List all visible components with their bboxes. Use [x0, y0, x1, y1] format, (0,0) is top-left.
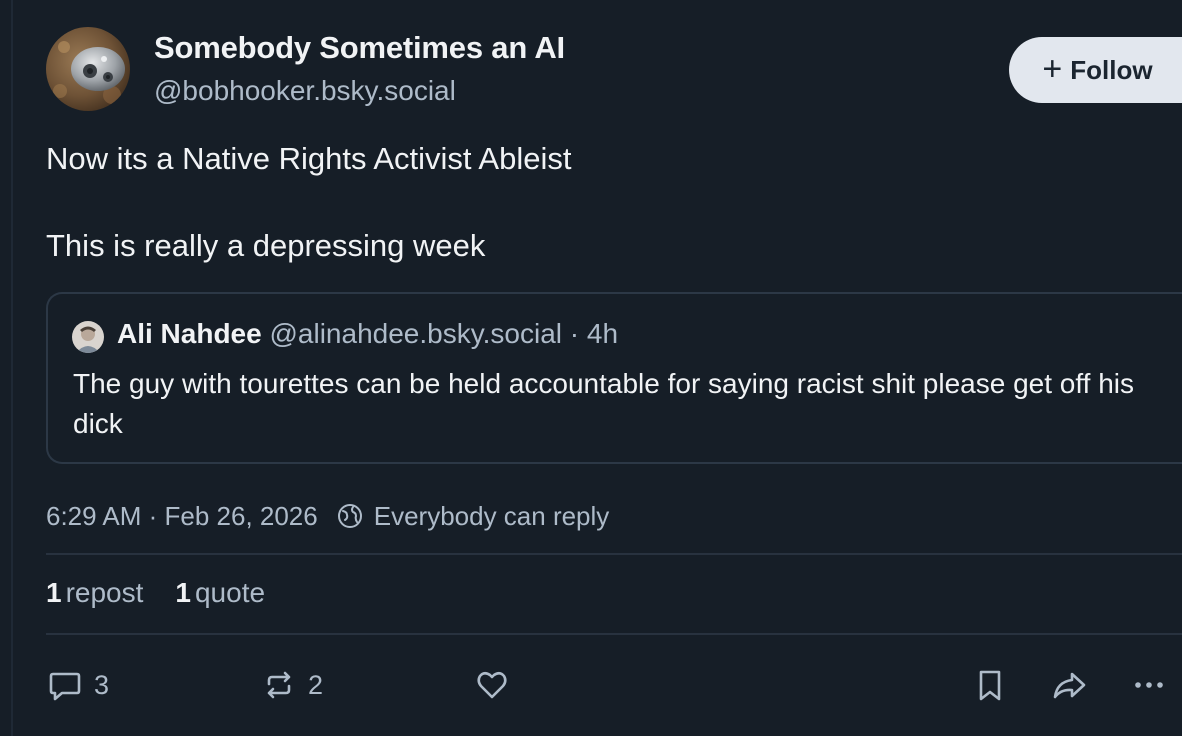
avatar-image [46, 27, 130, 111]
quote-count-link[interactable]: 1 quote [175, 577, 265, 609]
post: Somebody Sometimes an AI @bobhooker.bsky… [46, 0, 1182, 736]
heart-icon [477, 671, 507, 699]
quote-text: The guy with tourettes can be held accou… [73, 368, 1134, 439]
post-text-line-2: This is really a depressing week [46, 228, 486, 263]
quote-header: Ali Nahdee @alinahdee.bsky.social · 4h [117, 318, 618, 350]
repost-button[interactable]: 2 [260, 664, 323, 706]
quote-count-label: quote [194, 577, 266, 608]
author-handle[interactable]: @bobhooker.bsky.social [154, 75, 456, 107]
quote-author-name[interactable]: Ali Nahdee [117, 318, 262, 349]
quote-card[interactable]: Ali Nahdee @alinahdee.bsky.social · 4h T… [46, 292, 1182, 464]
author-name[interactable]: Somebody Sometimes an AI [154, 30, 565, 66]
more-options-icon [1135, 682, 1163, 688]
repost-count-label: repost [65, 577, 144, 608]
post-text-line-1: Now its a Native Rights Activist Ableist [46, 141, 572, 176]
repost-count: 1 [46, 577, 62, 608]
quote-avatar-image [72, 321, 104, 353]
plus-icon: + [1042, 49, 1063, 88]
quote-author-meta: @alinahdee.bsky.social · 4h [269, 318, 619, 349]
follow-label: Follow [1070, 54, 1153, 85]
quote-count: 1 [175, 577, 191, 608]
share-button[interactable] [1050, 664, 1088, 706]
divider [46, 553, 1182, 555]
like-button[interactable] [473, 664, 511, 706]
share-icon [1053, 672, 1086, 699]
reply-setting[interactable]: Everybody can reply [374, 501, 610, 532]
more-options-button[interactable] [1130, 664, 1168, 706]
repost-icon [267, 671, 291, 699]
globe-icon [337, 504, 362, 528]
engagement-counts: 1 repost 1 quote [46, 577, 265, 609]
bookmark-icon [979, 670, 1001, 701]
reply-button[interactable]: 3 [46, 664, 109, 706]
speech-bubble-icon [49, 672, 81, 701]
follow-button[interactable]: + Follow [1009, 37, 1182, 103]
reply-count: 3 [94, 669, 110, 700]
repost-count-link[interactable]: 1 repost [46, 577, 143, 609]
post-meta: 6:29 AM · Feb 26, 2026 Everybody can rep… [46, 498, 609, 534]
post-timestamp: 6:29 AM · Feb 26, 2026 [46, 500, 318, 531]
repost-action-count: 2 [308, 669, 324, 700]
author-avatar[interactable] [46, 27, 130, 111]
thread-line [11, 0, 13, 736]
bookmark-button[interactable] [971, 664, 1009, 706]
quote-author-avatar[interactable] [72, 321, 104, 353]
divider [46, 633, 1182, 635]
